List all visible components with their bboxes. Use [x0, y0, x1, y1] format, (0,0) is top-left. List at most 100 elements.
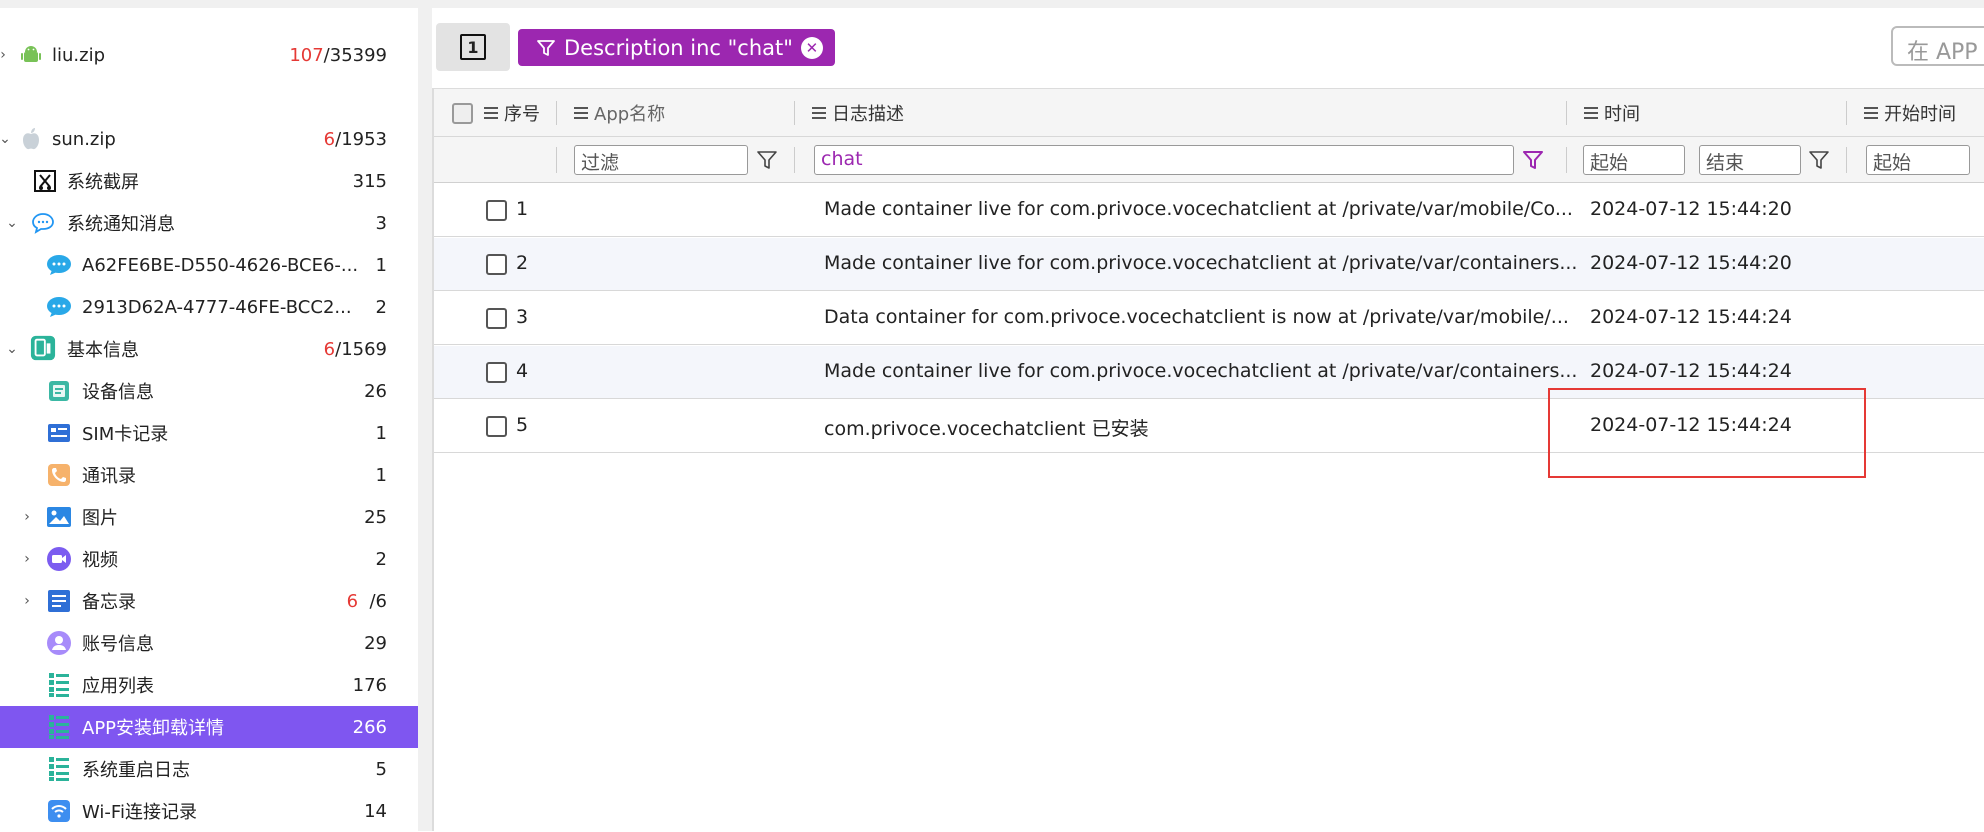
- table-row[interactable]: 3 Data container for com.privoce.vocecha…: [434, 292, 1984, 345]
- toggle-view-button[interactable]: 1: [436, 23, 510, 71]
- sidebar-item-count: 26: [364, 380, 387, 402]
- column-separator[interactable]: [1566, 101, 1567, 125]
- panel-divider: [418, 8, 432, 831]
- sidebar-item-notification-2[interactable]: 2913D62A-4777-46FE-BCC2... 2: [0, 286, 418, 328]
- row-checkbox[interactable]: [486, 308, 507, 329]
- row-checkbox[interactable]: [486, 200, 507, 221]
- sidebar-item-count: 6/1569: [323, 338, 387, 360]
- sidebar-item-app-install-details[interactable]: APP安装卸载详情 266: [0, 706, 418, 748]
- description-filter-input[interactable]: chat: [814, 145, 1514, 175]
- header-start-time[interactable]: 开始时间: [1864, 89, 1956, 137]
- chevron-down-icon[interactable]: ⌄: [5, 216, 19, 230]
- sidebar-item-count: 1: [375, 422, 387, 444]
- sidebar-item-count: 2: [375, 296, 387, 318]
- row-time: 2024-07-12 15:44:24: [1590, 360, 1792, 382]
- header-app-name[interactable]: App名称: [574, 89, 665, 137]
- android-icon: [18, 42, 44, 68]
- sim-card-icon: [46, 420, 72, 446]
- filter-row: 过滤 chat 起始 结束 起始: [434, 137, 1984, 183]
- select-all-checkbox[interactable]: [452, 102, 473, 124]
- funnel-icon: [537, 39, 555, 56]
- filter-chip-label: Description inc "chat": [564, 35, 793, 60]
- sidebar-item-label: sun.zip: [52, 128, 116, 150]
- sidebar-item-screenshots[interactable]: 系统截屏 315: [0, 160, 418, 202]
- chevron-right-icon[interactable]: ›: [0, 48, 10, 62]
- sidebar-item-count: 6/1953: [323, 128, 387, 150]
- header-log-description[interactable]: 日志描述: [812, 89, 904, 137]
- chevron-right-icon[interactable]: ›: [20, 552, 34, 566]
- sidebar-item-sim-records[interactable]: SIM卡记录 1: [0, 412, 418, 454]
- sidebar-item-reboot-log[interactable]: 系统重启日志 5: [0, 748, 418, 790]
- sidebar-item-sun-zip[interactable]: ⌄ sun.zip 6/1953: [0, 118, 418, 160]
- chevron-down-icon[interactable]: ⌄: [5, 342, 19, 356]
- header-index[interactable]: 序号: [484, 89, 540, 137]
- sidebar-item-liu-zip[interactable]: › liu.zip 107/35399: [0, 34, 418, 76]
- sidebar-item-count: 29: [364, 632, 387, 654]
- wifi-icon: [46, 798, 72, 824]
- funnel-icon[interactable]: [1808, 149, 1830, 171]
- list-icon: [484, 107, 498, 119]
- sidebar-item-device-info[interactable]: 设备信息 26: [0, 370, 418, 412]
- sidebar-item-app-list[interactable]: 应用列表 176: [0, 664, 418, 706]
- close-icon[interactable]: ✕: [800, 36, 823, 59]
- filter-chip[interactable]: Description inc "chat" ✕: [518, 29, 835, 66]
- sidebar-item-wifi-records[interactable]: Wi-Fi连接记录 14: [0, 790, 418, 832]
- message-icon: [46, 294, 72, 320]
- app-filter-input[interactable]: 过滤: [574, 145, 748, 175]
- column-separator[interactable]: [556, 101, 557, 125]
- row-index: 2: [516, 252, 529, 274]
- row-checkbox[interactable]: [486, 416, 507, 437]
- sidebar-item-label: 账号信息: [82, 634, 154, 655]
- chevron-right-icon[interactable]: ›: [20, 594, 34, 608]
- funnel-active-icon[interactable]: [1522, 149, 1544, 171]
- chevron-right-icon[interactable]: ›: [20, 510, 34, 524]
- start-time-start-input[interactable]: 起始: [1866, 145, 1970, 175]
- sidebar-item-count: 1: [375, 254, 387, 276]
- time-start-input[interactable]: 起始: [1583, 145, 1685, 175]
- sidebar-item-count: 3: [375, 212, 387, 234]
- sidebar-item-accounts[interactable]: 账号信息 29: [0, 622, 418, 664]
- sidebar-item-count: 14: [364, 800, 387, 822]
- row-index: 5: [516, 414, 529, 436]
- header-time[interactable]: 时间: [1584, 89, 1640, 137]
- apple-icon: [18, 126, 44, 152]
- column-separator[interactable]: [1846, 101, 1847, 125]
- sidebar-item-label: liu.zip: [52, 44, 106, 66]
- sidebar-item-contacts[interactable]: 通讯录 1: [0, 454, 418, 496]
- sidebar-item-notifications[interactable]: ⌄ 系统通知消息 3: [0, 202, 418, 244]
- table-row[interactable]: 1 Made container live for com.privoce.vo…: [434, 184, 1984, 237]
- row-time: 2024-07-12 15:44:20: [1590, 252, 1792, 274]
- sidebar-item-notes[interactable]: › 备忘录 6 /6: [0, 580, 418, 622]
- sidebar-item-label: 通讯录: [82, 466, 136, 487]
- table-row[interactable]: 2 Made container live for com.privoce.vo…: [434, 238, 1984, 291]
- sidebar-item-label: 应用列表: [82, 676, 154, 697]
- sidebar-item-images[interactable]: › 图片 25: [0, 496, 418, 538]
- list-icon: [1584, 107, 1598, 119]
- row-checkbox[interactable]: [486, 362, 507, 383]
- column-separator: [1566, 147, 1567, 173]
- sidebar-item-label: 系统通知消息: [67, 214, 175, 235]
- row-index: 1: [516, 198, 529, 220]
- screenshot-icon: [32, 168, 58, 194]
- column-separator[interactable]: [794, 101, 795, 125]
- device-icon: [46, 378, 72, 404]
- header-select-all[interactable]: [452, 89, 473, 137]
- sidebar-item-label: 备忘录: [82, 592, 136, 613]
- sidebar-item-basic-info[interactable]: ⌄ 基本信息 6/1569: [0, 328, 418, 370]
- row-checkbox[interactable]: [486, 254, 507, 275]
- sidebar-item-label: 系统截屏: [67, 172, 139, 193]
- sidebar-item-notification-1[interactable]: A62FE6BE-D550-4626-BCE6-... 1: [0, 244, 418, 286]
- column-separator: [794, 147, 795, 173]
- sidebar-item-count: 176: [352, 674, 387, 696]
- row-description: Made container live for com.privoce.voce…: [824, 252, 1578, 274]
- sidebar-item-videos[interactable]: › 视频 2: [0, 538, 418, 580]
- message-icon: [46, 252, 72, 278]
- time-end-input[interactable]: 结束: [1699, 145, 1801, 175]
- row-description: com.privoce.vocechatclient 已安装: [824, 418, 1149, 440]
- row-description: Made container live for com.privoce.voce…: [824, 198, 1573, 220]
- sidebar-item-label: 视频: [82, 550, 118, 571]
- sidebar-item-label: A62FE6BE-D550-4626-BCE6-...: [82, 254, 359, 276]
- chevron-down-icon[interactable]: ⌄: [0, 132, 12, 146]
- search-input[interactable]: 在 APP: [1891, 26, 1984, 66]
- funnel-icon[interactable]: [756, 149, 778, 171]
